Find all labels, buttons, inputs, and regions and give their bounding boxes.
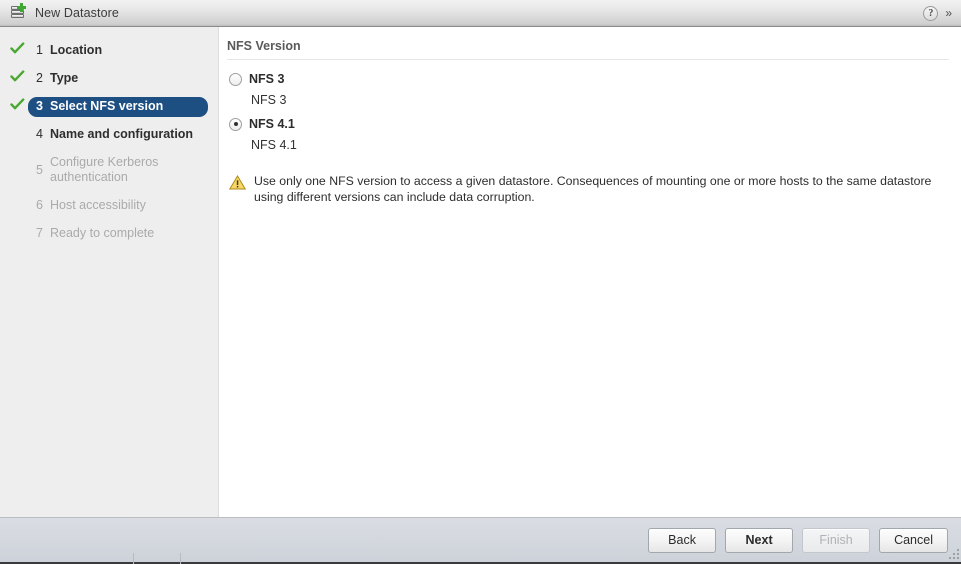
titlebar-actions: ? » xyxy=(923,5,953,21)
warning-triangle-icon xyxy=(228,175,247,195)
dialog-footer: Back Next Finish Cancel xyxy=(0,517,961,562)
sidebar-step-configure-kerberos-authentication: 5 Configure Kerberos authentication xyxy=(4,149,214,192)
warning-text: Use only one NFS version to access a giv… xyxy=(254,174,932,204)
warning-message: Use only one NFS version to access a giv… xyxy=(228,174,941,205)
step-check-placeholder xyxy=(10,153,28,154)
radio-option-nfs41[interactable]: NFS 4.1 xyxy=(229,114,949,134)
new-datastore-wizard-dialog: New Datastore ? » 1 Location 2 Type 3 Se… xyxy=(0,0,961,564)
step-check-placeholder xyxy=(10,224,28,225)
taskbar-tick xyxy=(133,553,134,564)
radio-button-nfs3[interactable] xyxy=(229,72,242,86)
radio-label-nfs3: NFS 3 xyxy=(249,72,285,86)
wizard-content-panel: NFS Version NFS 3 NFS 3 NFS 4.1 NFS 4.1 … xyxy=(220,27,961,517)
sidebar-step-name-and-configuration[interactable]: 4 Name and configuration xyxy=(4,121,214,149)
page-title: NFS Version xyxy=(227,37,949,60)
sidebar-step-ready-to-complete: 7 Ready to complete xyxy=(4,220,214,248)
check-icon xyxy=(10,97,28,111)
sidebar-step-label: Configure Kerberos authentication xyxy=(50,155,159,184)
dialog-titlebar: New Datastore ? » xyxy=(0,0,961,27)
check-icon xyxy=(10,69,28,83)
help-icon[interactable]: ? xyxy=(923,5,939,21)
next-button[interactable]: Next xyxy=(725,527,794,553)
step-check-placeholder xyxy=(10,125,28,126)
sidebar-step-number: 4 xyxy=(36,127,43,141)
sidebar-step-number: 3 xyxy=(36,99,43,113)
wizard-step-sidebar: 1 Location 2 Type 3 Select NFS version 4… xyxy=(0,27,219,517)
sidebar-step-location[interactable]: 1 Location xyxy=(4,37,214,65)
sidebar-step-label: Location xyxy=(50,43,103,57)
finish-button: Finish xyxy=(802,527,871,553)
sidebar-step-number: 2 xyxy=(36,71,43,85)
sidebar-step-number: 7 xyxy=(36,226,43,240)
chevron-double-right-icon[interactable]: » xyxy=(945,7,953,19)
radio-description-nfs41: NFS 4.1 xyxy=(251,138,297,152)
sidebar-step-number: 6 xyxy=(36,198,43,212)
taskbar-tick xyxy=(180,553,181,564)
sidebar-step-number: 1 xyxy=(36,43,43,57)
sidebar-step-label: Name and configuration xyxy=(50,127,194,141)
back-button[interactable]: Back xyxy=(648,527,717,553)
sidebar-step-type[interactable]: 2 Type xyxy=(4,65,214,93)
radio-button-nfs41[interactable] xyxy=(229,117,242,131)
sidebar-step-label: Type xyxy=(50,71,79,85)
radio-option-nfs3[interactable]: NFS 3 xyxy=(229,69,949,89)
step-check-placeholder xyxy=(10,196,28,197)
dialog-title: New Datastore xyxy=(35,6,119,20)
radio-description-nfs3: NFS 3 xyxy=(251,93,287,107)
sidebar-step-label: Host accessibility xyxy=(50,198,146,212)
cancel-button[interactable]: Cancel xyxy=(879,527,948,553)
sidebar-step-label: Select NFS version xyxy=(50,99,164,113)
resize-grip[interactable] xyxy=(946,546,959,559)
sidebar-step-select-nfs-version[interactable]: 3 Select NFS version xyxy=(4,93,214,121)
radio-label-nfs41: NFS 4.1 xyxy=(249,117,295,131)
check-icon xyxy=(10,41,28,55)
new-datastore-icon xyxy=(9,3,27,22)
sidebar-step-label: Ready to complete xyxy=(50,226,155,240)
sidebar-step-host-accessibility: 6 Host accessibility xyxy=(4,192,214,220)
sidebar-step-number: 5 xyxy=(36,163,43,177)
